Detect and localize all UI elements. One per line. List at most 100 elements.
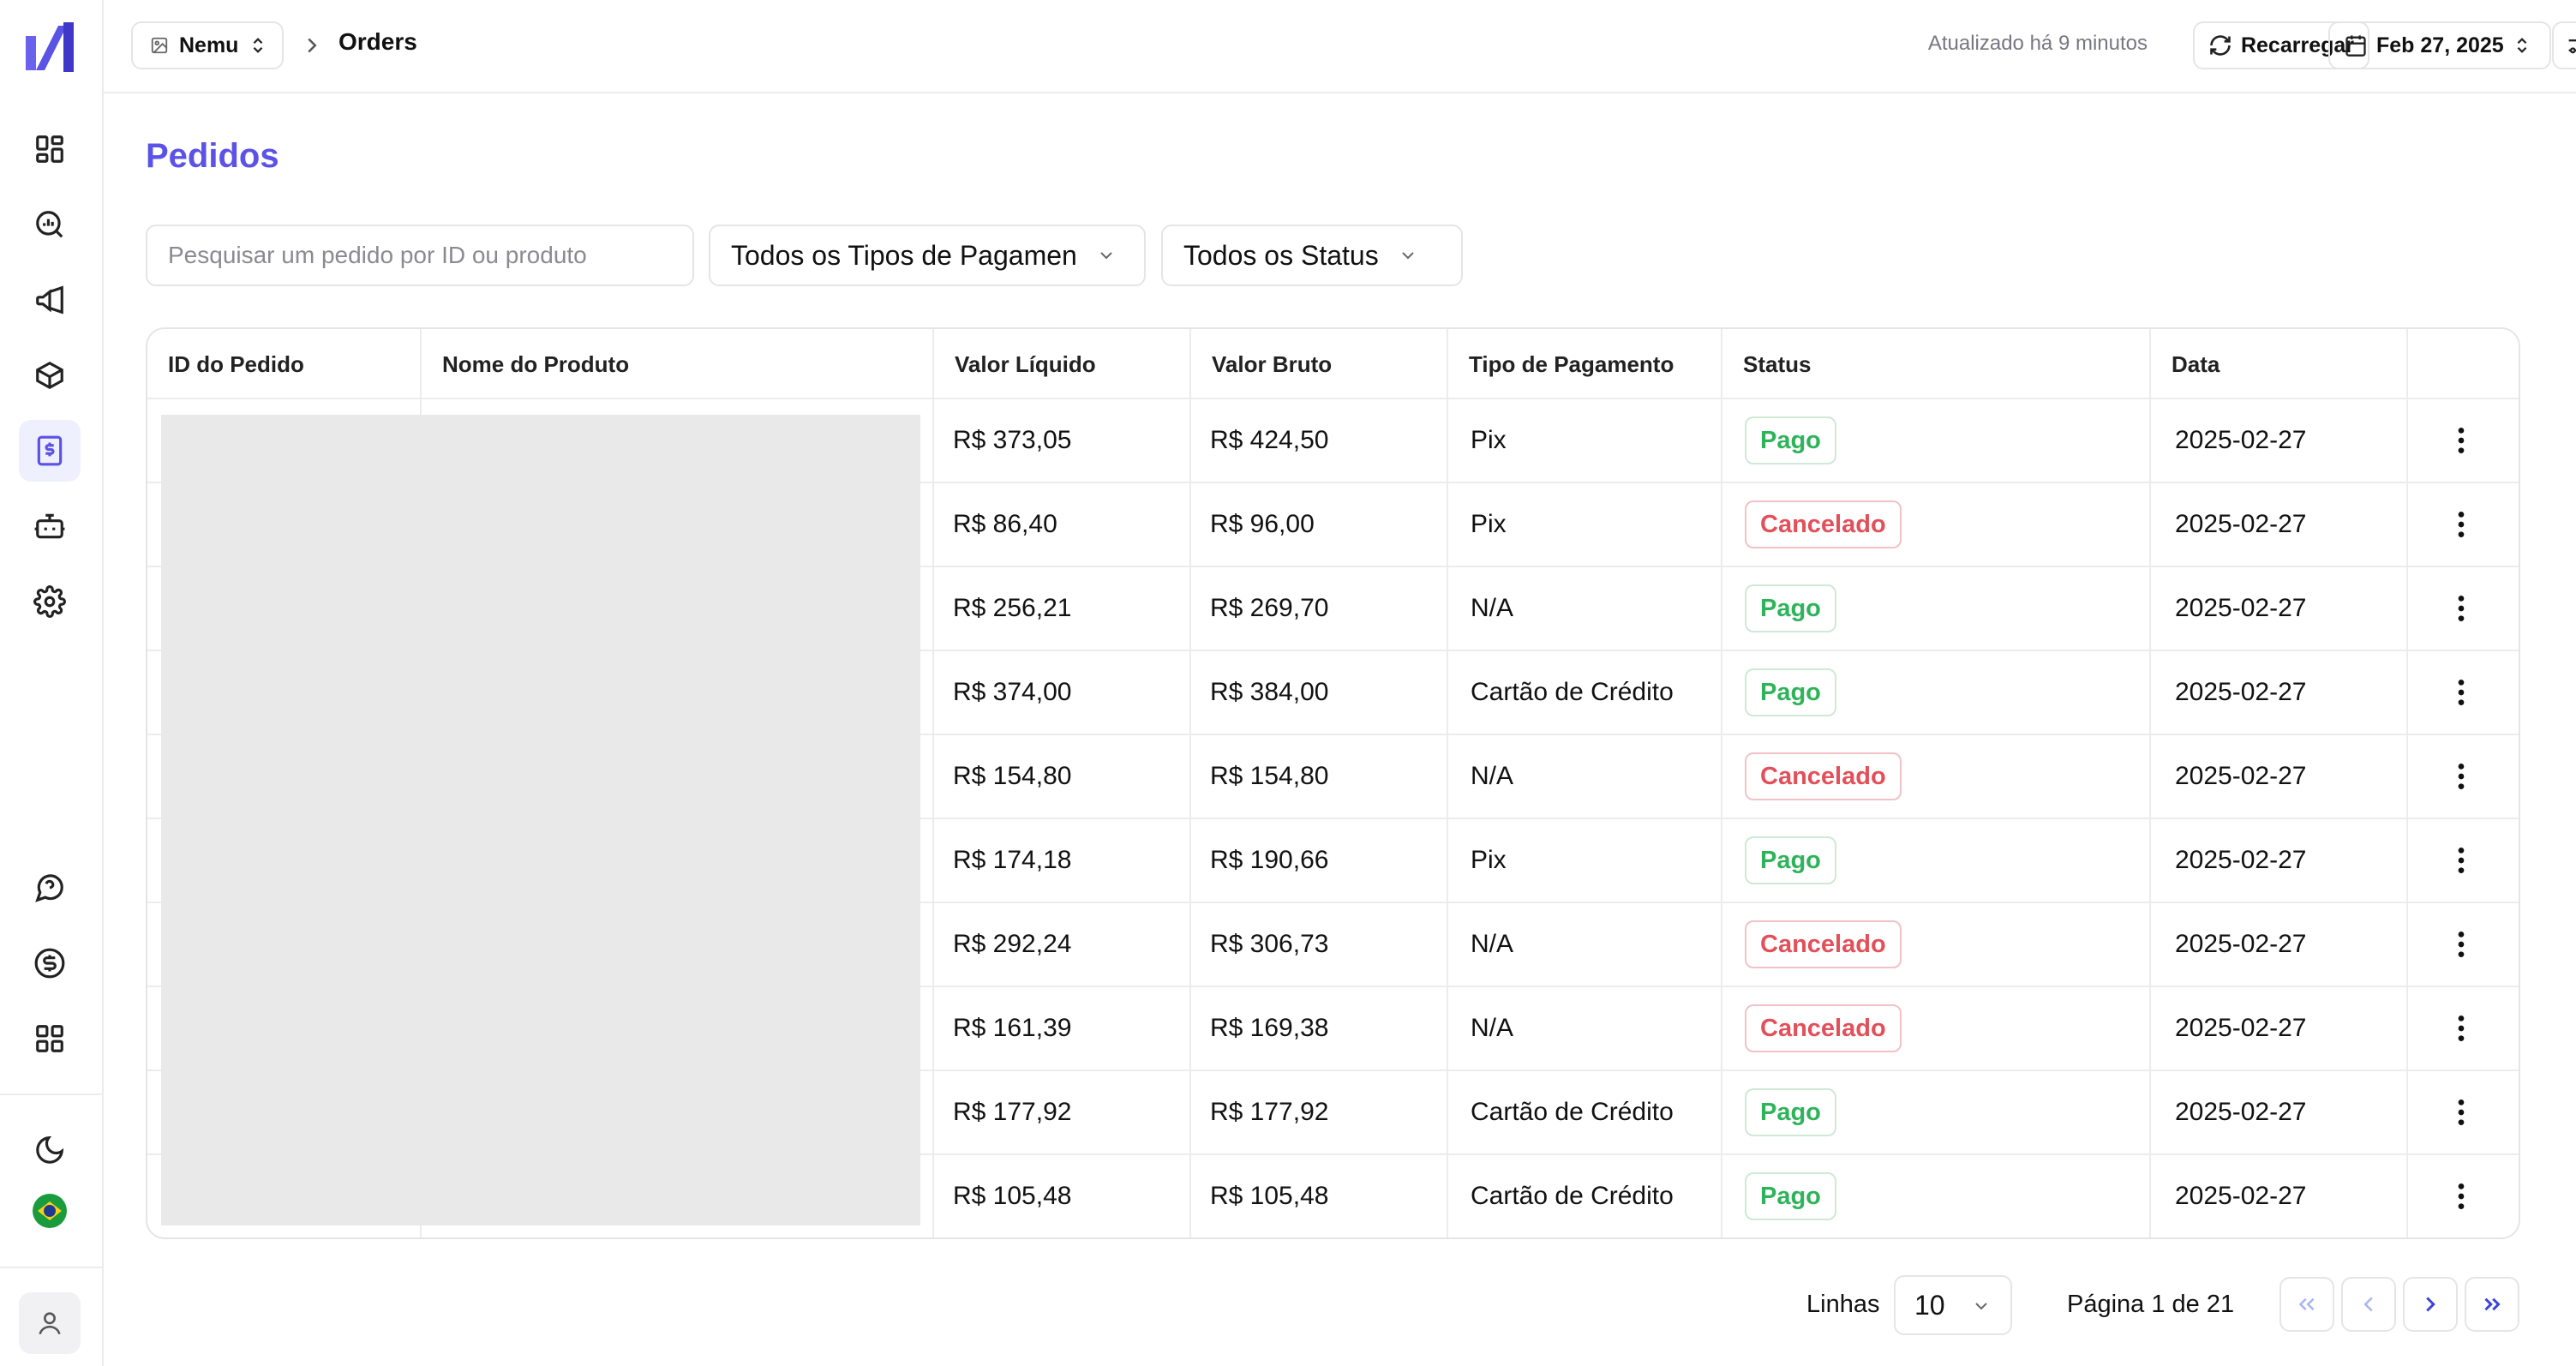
- help-icon: [35, 874, 63, 902]
- apps-grid-icon: [36, 1025, 63, 1052]
- first-page-button[interactable]: [2279, 1277, 2334, 1332]
- status-badge: Pago: [1745, 416, 1836, 464]
- gross-value-cell: R$ 154,80: [1210, 762, 1329, 790]
- settings-toggle-button[interactable]: [2552, 21, 2576, 69]
- user-icon: [39, 1312, 61, 1335]
- gear-icon: [33, 585, 66, 618]
- status-badge: Cancelado: [1745, 1004, 1902, 1052]
- net-value-cell: R$ 161,39: [953, 1014, 1072, 1042]
- workspace-switcher[interactable]: Nemu: [131, 21, 284, 69]
- net-value-cell: R$ 86,40: [953, 510, 1057, 538]
- user-menu-button[interactable]: [19, 1292, 81, 1354]
- date-cell: 2025-02-27: [2175, 762, 2307, 790]
- status-cell: Pago: [1745, 819, 1836, 902]
- theme-toggle[interactable]: [19, 1119, 81, 1181]
- row-actions-button[interactable]: [2444, 567, 2478, 650]
- gross-value-cell: R$ 177,92: [1210, 1098, 1329, 1126]
- status-badge: Pago: [1745, 1172, 1836, 1220]
- net-value-cell: R$ 373,05: [953, 426, 1072, 454]
- previous-page-button[interactable]: [2341, 1277, 2396, 1332]
- status-filter-value: Todos os Status: [1183, 239, 1379, 271]
- megaphone-icon: [36, 285, 63, 315]
- nav-analytics[interactable]: [19, 194, 81, 255]
- nav-settings[interactable]: [19, 571, 81, 632]
- page-title: Pedidos: [146, 137, 279, 175]
- dollar-circle-icon: [34, 948, 65, 979]
- column-header-net-value[interactable]: Valor Líquido: [934, 329, 1191, 399]
- row-actions-button[interactable]: [2444, 1071, 2478, 1153]
- date-cell: 2025-02-27: [2175, 510, 2307, 538]
- next-page-button[interactable]: [2403, 1277, 2458, 1332]
- date-cell: 2025-02-27: [2175, 1182, 2307, 1210]
- column-header-payment-type[interactable]: Tipo de Pagamento: [1448, 329, 1722, 399]
- date-label: Feb 27, 2025: [2376, 33, 2504, 57]
- column-header-product-name[interactable]: Nome do Produto: [422, 329, 934, 399]
- net-value-cell: R$ 154,80: [953, 762, 1072, 790]
- status-cell: Cancelado: [1745, 903, 1902, 986]
- column-header-status[interactable]: Status: [1722, 329, 2151, 399]
- column-divider: [1721, 329, 1722, 1237]
- dollar-receipt-icon: [37, 435, 63, 466]
- column-header-order-id[interactable]: ID do Pedido: [147, 329, 422, 399]
- rows-per-page-label: Linhas: [1806, 1291, 1880, 1318]
- column-divider: [2406, 329, 2408, 1237]
- date-cell: 2025-02-27: [2175, 1098, 2307, 1126]
- dashboard-icon: [36, 135, 63, 163]
- date-picker[interactable]: Feb 27, 2025: [2328, 21, 2551, 69]
- rows-per-page-select[interactable]: 10: [1894, 1275, 2012, 1335]
- column-header-date[interactable]: Data: [2151, 329, 2408, 399]
- payment-type-cell: N/A: [1471, 930, 1514, 958]
- search-input[interactable]: [146, 225, 694, 286]
- nav-dashboard[interactable]: [19, 118, 81, 180]
- more-vertical-icon: [2458, 1183, 2465, 1209]
- gross-value-cell: R$ 424,50: [1210, 426, 1329, 454]
- date-cell: 2025-02-27: [2175, 678, 2307, 706]
- row-actions-button[interactable]: [2444, 819, 2478, 902]
- status-badge: Pago: [1745, 1088, 1836, 1136]
- more-vertical-icon: [2458, 428, 2465, 453]
- nav-products[interactable]: [19, 344, 81, 406]
- more-vertical-icon: [2458, 764, 2465, 789]
- row-actions-button[interactable]: [2444, 735, 2478, 818]
- net-value-cell: R$ 256,21: [953, 594, 1072, 622]
- more-vertical-icon: [2458, 680, 2465, 705]
- column-divider: [2149, 329, 2151, 1237]
- row-actions-button[interactable]: [2444, 1155, 2478, 1237]
- row-actions-button[interactable]: [2444, 987, 2478, 1069]
- payment-type-filter[interactable]: Todos os Tipos de Pagamen: [709, 225, 1146, 286]
- row-actions-button[interactable]: [2444, 903, 2478, 986]
- status-cell: Cancelado: [1745, 987, 1902, 1069]
- workspace-name: Nemu: [179, 33, 239, 57]
- image-icon: [151, 37, 168, 54]
- row-actions-button[interactable]: [2444, 483, 2478, 566]
- updated-status: Atualizado há 9 minutos: [1927, 32, 2148, 55]
- column-divider: [1189, 329, 1191, 1237]
- chevron-right-icon: [2426, 1297, 2435, 1312]
- status-cell: Pago: [1745, 651, 1836, 734]
- gross-value-cell: R$ 169,38: [1210, 1014, 1329, 1042]
- net-value-cell: R$ 177,92: [953, 1098, 1072, 1126]
- nav-automation[interactable]: [19, 495, 81, 557]
- row-actions-button[interactable]: [2444, 651, 2478, 734]
- nav-help[interactable]: [19, 857, 81, 919]
- nav-campaigns[interactable]: [19, 269, 81, 331]
- gross-value-cell: R$ 96,00: [1210, 510, 1315, 538]
- nav-orders[interactable]: [19, 420, 81, 482]
- row-actions-button[interactable]: [2444, 399, 2478, 482]
- status-cell: Cancelado: [1745, 483, 1902, 566]
- column-header-gross-value[interactable]: Valor Bruto: [1191, 329, 1448, 399]
- payment-type-cell: Pix: [1471, 510, 1507, 538]
- language-flag-icon[interactable]: [33, 1194, 67, 1228]
- last-page-button[interactable]: [2465, 1277, 2519, 1332]
- payment-type-cell: N/A: [1471, 762, 1514, 790]
- payment-type-cell: Cartão de Crédito: [1471, 1098, 1674, 1126]
- logo-icon[interactable]: [24, 19, 75, 74]
- nav-billing[interactable]: [19, 932, 81, 994]
- gross-value-cell: R$ 384,00: [1210, 678, 1329, 706]
- payment-type-cell: Cartão de Crédito: [1471, 678, 1674, 706]
- status-filter[interactable]: Todos os Status: [1161, 225, 1463, 286]
- gross-value-cell: R$ 306,73: [1210, 930, 1329, 958]
- column-divider: [932, 329, 934, 1237]
- refresh-icon: [2210, 35, 2231, 56]
- nav-apps[interactable]: [19, 1008, 81, 1069]
